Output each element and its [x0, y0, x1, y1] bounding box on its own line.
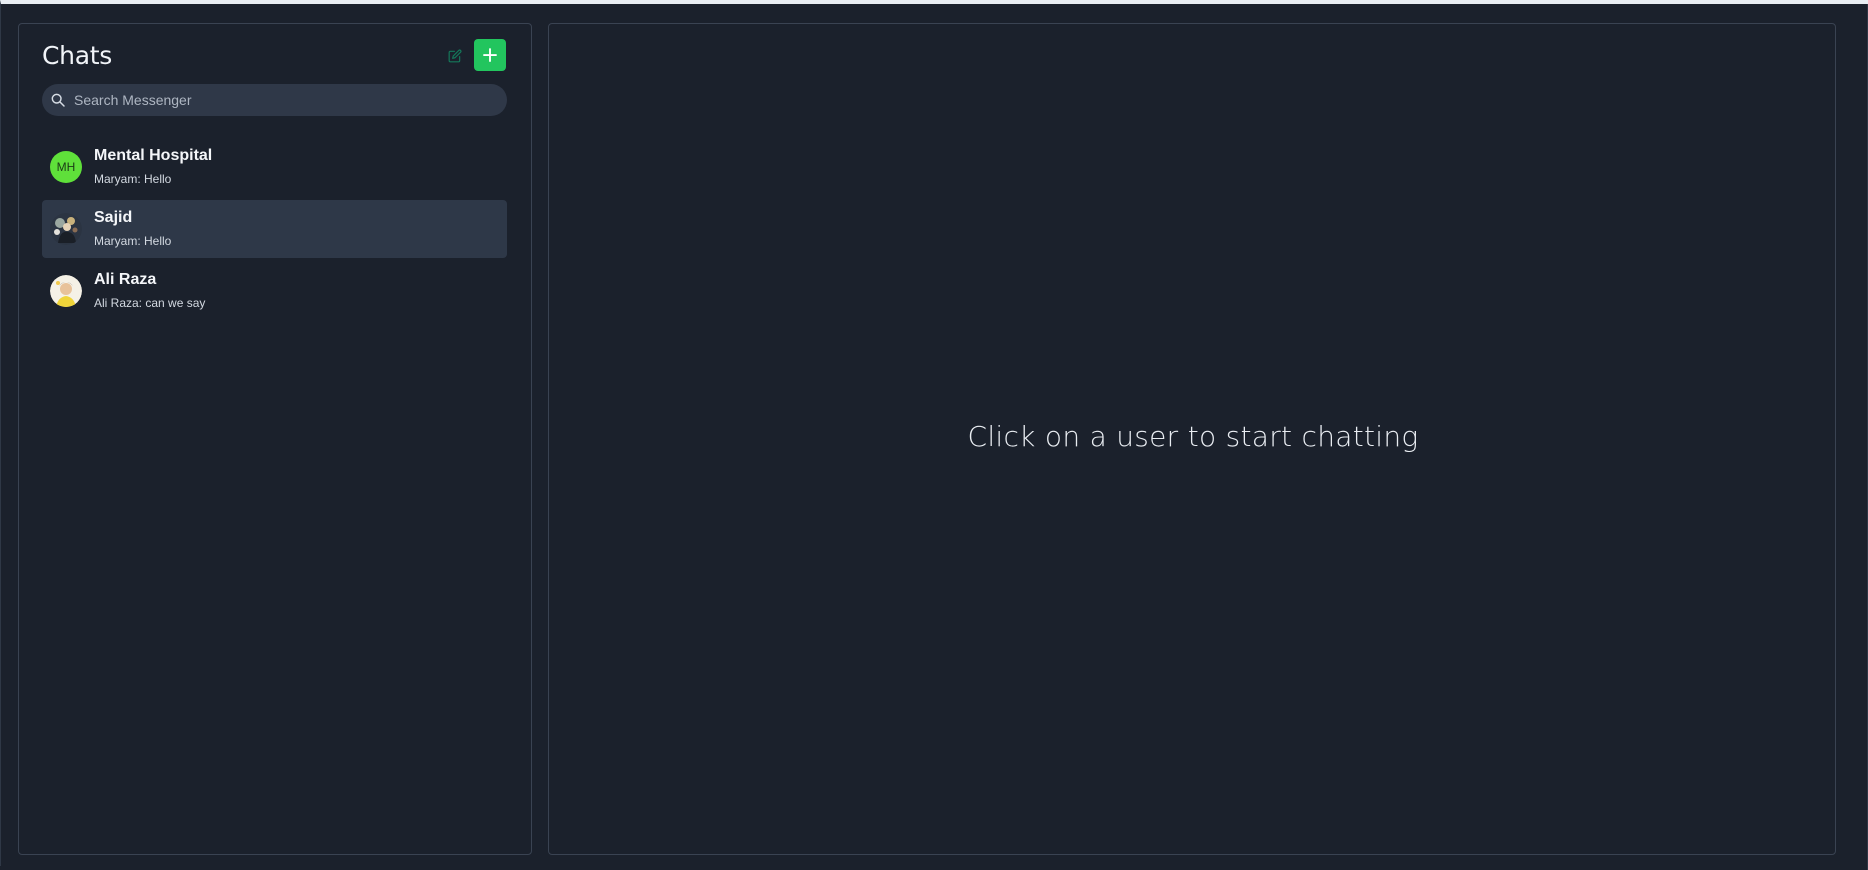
avatar	[50, 213, 82, 245]
chat-last-message: Ali Raza: can we say	[94, 296, 206, 310]
search-icon	[51, 93, 65, 107]
chat-item-mental-hospital[interactable]: MH Mental Hospital Maryam: Hello	[42, 138, 507, 196]
chats-sidebar: Chats MH	[18, 23, 532, 855]
chat-last-message: Maryam: Hello	[94, 234, 172, 248]
search-input[interactable]	[74, 84, 494, 116]
conversation-panel: Click on a user to start chatting	[548, 23, 1836, 855]
search-bar	[42, 84, 507, 116]
chat-list: MH Mental Hospital Maryam: Hello Sajid M…	[42, 138, 507, 324]
edit-icon	[448, 49, 462, 63]
compose-button[interactable]	[444, 45, 466, 67]
chat-item-ali-raza[interactable]: Ali Raza Ali Raza: can we say	[42, 262, 507, 320]
new-chat-button[interactable]	[474, 39, 506, 71]
sidebar-header: Chats	[42, 38, 507, 74]
avatar: MH	[50, 151, 82, 183]
avatar	[50, 275, 82, 307]
chat-item-sajid[interactable]: Sajid Maryam: Hello	[42, 200, 507, 258]
chat-name: Ali Raza	[94, 271, 157, 288]
chat-last-message: Maryam: Hello	[94, 172, 172, 186]
messenger-app: Chats MH	[0, 0, 1868, 870]
plus-icon	[483, 48, 497, 62]
chat-name: Sajid	[94, 209, 133, 226]
sidebar-title: Chats	[42, 41, 112, 70]
empty-state-message: Click on a user to start chatting	[967, 420, 1419, 453]
chat-name: Mental Hospital	[94, 147, 213, 164]
